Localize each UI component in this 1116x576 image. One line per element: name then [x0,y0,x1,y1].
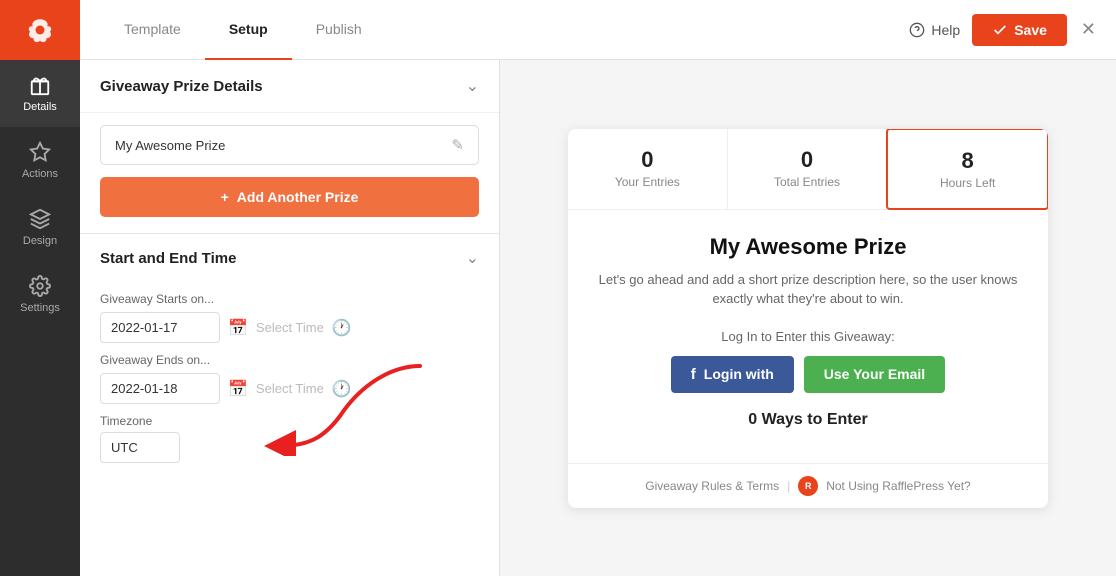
fb-icon: f [691,366,696,383]
start-time-placeholder: Select Time [256,320,324,335]
time-section-title: Start and End Time [100,250,236,267]
save-icon [992,22,1008,38]
start-calendar-icon[interactable]: 📅 [228,318,248,338]
main-area: Template Setup Publish Help Save ✕ [80,0,1116,576]
sidebar-item-details-label: Details [23,101,57,113]
card-footer: Giveaway Rules & Terms | R Not Using Raf… [568,463,1048,508]
end-label: Giveaway Ends on... [100,353,479,367]
sidebar-item-actions[interactable]: Actions [0,127,80,194]
actions-icon [29,141,51,163]
footer-not-using-link[interactable]: Not Using RafflePress Yet? [826,479,971,493]
stat-hours-left: 8 Hours Left [886,129,1048,210]
tab-template[interactable]: Template [100,0,205,60]
your-entries-number: 0 [641,147,653,173]
stat-total-entries: 0 Total Entries [728,129,888,209]
end-calendar-icon[interactable]: 📅 [228,379,248,399]
timezone-label: Timezone [100,414,479,428]
logo-icon [22,12,58,48]
save-button[interactable]: Save [972,14,1067,46]
close-button[interactable]: ✕ [1081,19,1096,40]
total-entries-number: 0 [801,147,813,173]
sidebar-item-settings[interactable]: Settings [0,261,80,328]
stat-your-entries: 0 Your Entries [568,129,728,209]
end-clock-icon[interactable]: 🕐 [332,379,352,399]
facebook-login-button[interactable]: f Login with [671,356,794,393]
tab-publish[interactable]: Publish [292,0,386,60]
start-date-input[interactable] [100,312,220,343]
add-prize-plus-icon: + [221,189,229,205]
prize-item-label: My Awesome Prize [115,138,225,153]
sidebar-item-details[interactable]: Details [0,60,80,127]
end-time-placeholder: Select Time [256,381,324,396]
preview-login-label: Log In to Enter this Giveaway: [598,329,1018,344]
add-prize-button[interactable]: + Add Another Prize [100,177,479,217]
end-date-row: 📅 Select Time 🕐 [100,373,479,404]
left-panel: Giveaway Prize Details ⌄ My Awesome Priz… [80,60,500,576]
design-icon [29,208,51,230]
end-date-input[interactable] [100,373,220,404]
preview-card: 0 Your Entries 0 Total Entries 8 Hours L… [568,129,1048,508]
start-clock-icon[interactable]: 🕐 [332,318,352,338]
time-section-chevron: ⌄ [466,248,479,268]
logo [0,0,80,60]
ways-to-enter: 0 Ways to Enter [598,411,1018,429]
tab-setup[interactable]: Setup [205,0,292,60]
sidebar-item-design[interactable]: Design [0,194,80,261]
content-area: Giveaway Prize Details ⌄ My Awesome Priz… [80,60,1116,576]
hours-left-number: 8 [962,148,974,174]
hours-left-label: Hours Left [940,176,995,190]
sidebar-item-design-label: Design [23,235,57,247]
settings-icon [29,275,51,297]
time-section-header[interactable]: Start and End Time ⌄ [80,234,499,282]
topnav: Template Setup Publish Help Save ✕ [80,0,1116,60]
stats-row: 0 Your Entries 0 Total Entries 8 Hours L… [568,129,1048,210]
prize-section-title: Giveaway Prize Details [100,78,263,95]
help-button[interactable]: Help [909,22,960,38]
prize-section-chevron: ⌄ [466,76,479,96]
prize-content: My Awesome Prize Let's go ahead and add … [568,210,1048,463]
footer-logo: R [798,476,818,496]
preview-prize-desc: Let's go ahead and add a short prize des… [598,270,1018,309]
prize-item: My Awesome Prize ✎ [100,125,479,165]
total-entries-label: Total Entries [774,175,840,189]
sidebar-item-actions-label: Actions [22,168,58,180]
gift-icon [29,74,51,96]
prize-edit-icon[interactable]: ✎ [451,136,464,154]
your-entries-label: Your Entries [615,175,680,189]
prize-section-header[interactable]: Giveaway Prize Details ⌄ [80,60,499,113]
footer-separator: | [787,479,790,493]
annotation-arrow [260,356,440,456]
preview-panel: 0 Your Entries 0 Total Entries 8 Hours L… [500,60,1116,576]
email-login-button[interactable]: Use Your Email [804,356,945,393]
start-date-row: 📅 Select Time 🕐 [100,312,479,343]
login-buttons: f Login with Use Your Email [598,356,1018,393]
start-label: Giveaway Starts on... [100,292,479,306]
preview-prize-title: My Awesome Prize [598,234,1018,260]
footer-rules-link[interactable]: Giveaway Rules & Terms [645,479,779,493]
sidebar: Details Actions Design Settings [0,0,80,576]
sidebar-item-settings-label: Settings [20,302,60,314]
help-icon [909,22,925,38]
timezone-value: UTC [100,432,180,463]
